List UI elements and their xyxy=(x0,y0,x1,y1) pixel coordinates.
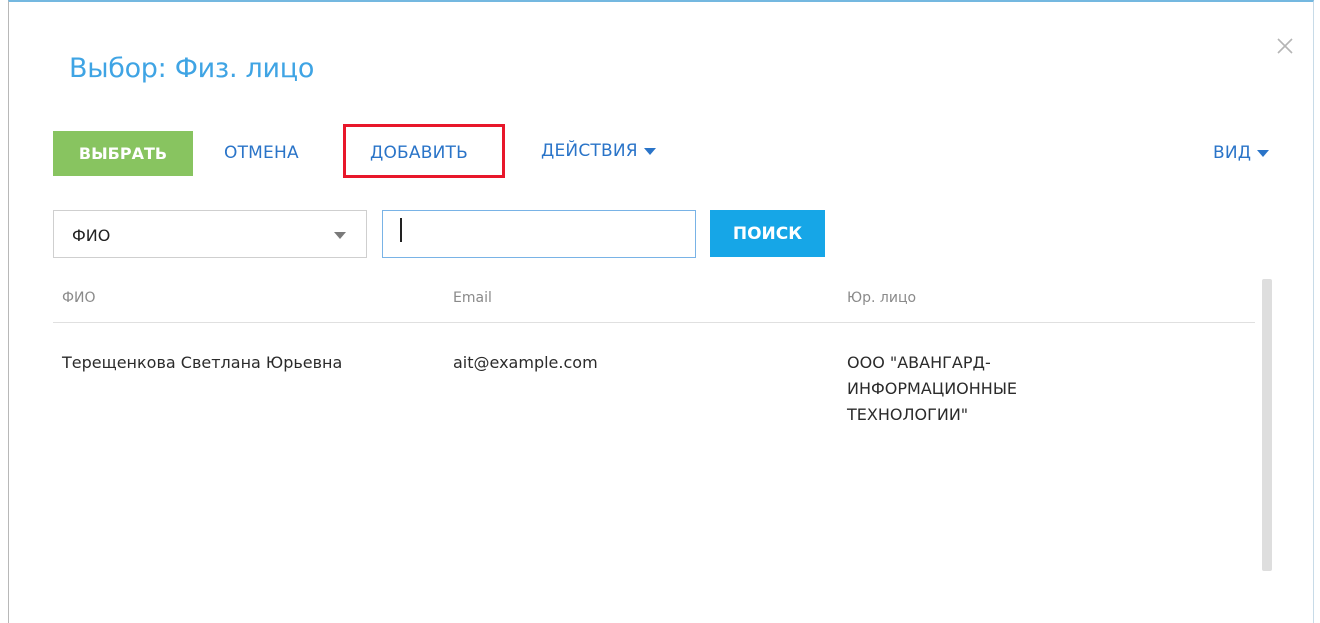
search-field-value: ФИО xyxy=(72,226,111,245)
text-cursor xyxy=(400,218,402,242)
dropdown-arrow-icon xyxy=(334,232,346,239)
select-button[interactable]: ВЫБРАТЬ xyxy=(53,131,193,176)
header-divider xyxy=(53,322,1255,323)
table-row[interactable]: Терещенкова Светлана Юрьевна ait@example… xyxy=(53,330,1255,460)
chevron-down-icon xyxy=(1257,149,1270,157)
cell-fio: Терещенкова Светлана Юрьевна xyxy=(62,353,343,372)
search-button[interactable]: ПОИСК xyxy=(710,210,825,257)
column-header-company[interactable]: Юр. лицо xyxy=(847,290,916,306)
cell-email: ait@example.com xyxy=(453,353,598,372)
chevron-down-icon xyxy=(643,147,656,155)
dialog-title: Выбор: Физ. лицо xyxy=(69,53,315,84)
close-icon[interactable] xyxy=(1273,34,1297,58)
cell-company: ООО "АВАНГАРД- ИНФОРМАЦИОННЫЕ ТЕХНОЛОГИИ… xyxy=(847,350,1107,428)
search-input[interactable] xyxy=(382,210,696,258)
column-header-email[interactable]: Email xyxy=(453,290,492,306)
company-line: ИНФОРМАЦИОННЫЕ xyxy=(847,379,1018,398)
actions-menu-button[interactable]: ДЕЙСТВИЯ xyxy=(541,141,656,161)
actions-label: ДЕЙСТВИЯ xyxy=(541,141,638,161)
company-line: ТЕХНОЛОГИИ" xyxy=(847,405,969,424)
add-button[interactable]: ДОБАВИТЬ xyxy=(370,143,468,163)
scrollbar-thumb[interactable] xyxy=(1262,279,1272,571)
lookup-dialog: Выбор: Физ. лицо xyxy=(8,0,1314,623)
company-line: ООО "АВАНГАРД- xyxy=(847,353,991,372)
view-menu-button[interactable]: ВИД xyxy=(1213,143,1270,163)
view-label: ВИД xyxy=(1213,143,1252,163)
cancel-button[interactable]: ОТМЕНА xyxy=(224,143,299,163)
column-header-fio[interactable]: ФИО xyxy=(62,290,96,306)
search-field-select[interactable]: ФИО xyxy=(53,210,367,258)
